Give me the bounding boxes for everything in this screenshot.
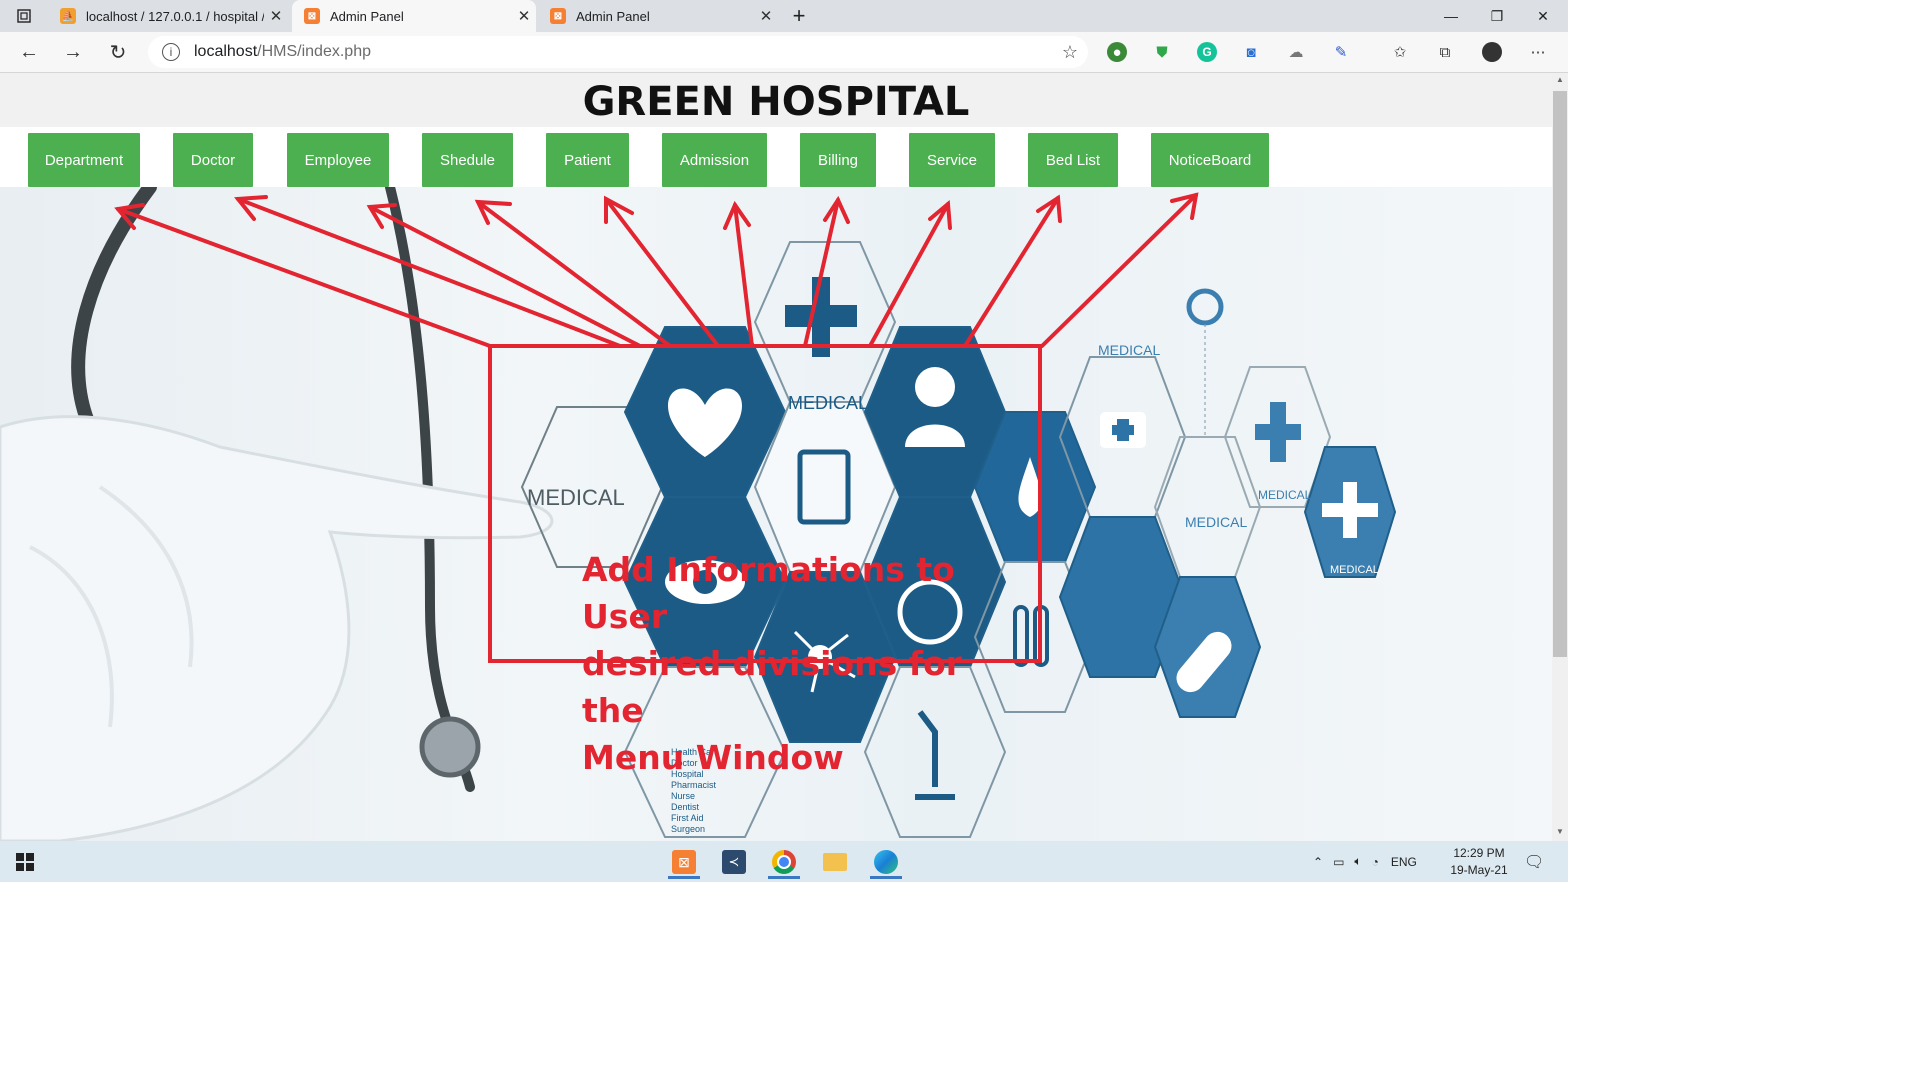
scrollbar-thumb[interactable] [1553,91,1567,657]
annotation-line: Add Informations to User [582,550,955,636]
clock-date: 19-May-21 [1450,863,1508,877]
close-tab-icon[interactable]: ✕ [264,7,288,25]
minimize-icon[interactable]: — [1428,0,1474,32]
taskbar-clock[interactable]: 12:29 PM 19-May-21 [1446,845,1512,879]
notifications-icon[interactable]: 🗨︎ [1524,841,1544,882]
add-favorite-icon[interactable]: ☆ [1062,42,1078,63]
menu-admission-button[interactable]: Admission [662,133,767,187]
hex-label-medical: MEDICAL [1098,342,1160,358]
address-bar[interactable]: i localhost/HMS/index.php ☆ [148,36,1088,68]
profile-avatar[interactable] [1482,42,1502,62]
page-scrollbar[interactable]: ▲ ▼ [1552,73,1568,841]
grammarly-icon[interactable]: G [1197,42,1217,62]
menu-doctor-button[interactable]: Doctor [173,133,253,187]
tab-admin-panel[interactable]: ⊠ Admin Panel ✕ [538,0,778,32]
hex-label-medical: MEDICAL [1185,514,1247,530]
back-icon[interactable]: ← [14,38,44,66]
clock-time: 12:29 PM [1453,846,1505,860]
restore-icon[interactable]: ❐ [1474,0,1520,32]
wifi-icon[interactable]: ◔ [1372,855,1379,869]
pen-extension-icon[interactable]: ✎ [1331,42,1351,62]
tab-actions-icon[interactable] [2,0,46,32]
menu-department-button[interactable]: Department [28,133,140,187]
annotation-text: Add Informations to User desired divisio… [582,546,1002,781]
browser-toolbar: ← → ↻ i localhost/HMS/index.php ☆ ● ⛊ G … [0,32,1568,73]
settings-more-icon[interactable]: ⋯ [1528,42,1548,62]
chevron-up-icon[interactable]: ⌃ [1313,855,1323,869]
chrome-taskbar-icon[interactable] [764,845,804,879]
site-header: GREEN HOSPITAL [0,73,1552,127]
hex-label-medical: MEDICAL [1330,564,1379,576]
windows-taskbar: ⊠ ≺ ⌃ ▭ 🔈︎ ◔ ENG 12:29 PM 19-May-21 🗨︎ [0,841,1568,882]
menu-bed-list-button[interactable]: Bed List [1028,133,1118,187]
close-window-icon[interactable]: ✕ [1520,0,1566,32]
battery-icon[interactable]: ▭ [1333,855,1344,869]
close-tab-icon[interactable]: ✕ [754,7,778,25]
site-title: GREEN HOSPITAL [582,79,970,125]
volume-icon[interactable]: 🔈︎ [1354,854,1361,869]
file-explorer-taskbar-icon[interactable] [815,845,855,879]
url-host: localhost [194,43,258,60]
phpmyadmin-icon: ⛵ [60,8,76,24]
main-menu: Department Doctor Employee Shedule Patie… [0,127,1552,187]
annotation-arrows [114,192,1199,348]
language-indicator[interactable]: ENG [1391,855,1417,869]
site-info-icon[interactable]: i [162,43,180,61]
annotation-line: desired divisions for the [582,644,963,730]
page-viewport: GREEN HOSPITAL Department Doctor Employe… [0,73,1552,841]
menu-billing-button[interactable]: Billing [800,133,876,187]
globe-extension-icon[interactable]: ● [1107,42,1127,62]
browser-tab-strip: ⛵ localhost / 127.0.0.1 / hospital / t ✕… [0,0,1568,32]
refresh-icon[interactable]: ↻ [103,38,133,66]
windows-start-icon[interactable] [5,845,45,879]
xampp-taskbar-icon[interactable]: ⊠ [664,845,704,879]
xampp-icon: ⊠ [304,8,320,24]
hex-label-medical: MEDICAL [788,393,868,413]
menu-patient-button[interactable]: Patient [546,133,629,187]
screen-capture-icon[interactable]: ◙ [1241,42,1261,62]
hex-label-medical: MEDICAL [527,485,625,510]
new-tab-icon[interactable]: + [776,0,822,32]
menu-service-button[interactable]: Service [909,133,995,187]
forward-icon[interactable]: → [58,38,88,66]
system-tray: ⌃ ▭ 🔈︎ ◔ ENG [1313,841,1417,882]
xampp-icon: ⊠ [550,8,566,24]
scroll-down-icon[interactable]: ▼ [1552,827,1568,841]
hex-label-medical: MEDICAL [1258,488,1312,502]
shield-extension-icon[interactable]: ⛊ [1152,42,1172,62]
menu-noticeboard-button[interactable]: NoticeBoard [1151,133,1269,187]
vscode-taskbar-icon[interactable]: ≺ [714,845,754,879]
tab-admin-panel-active[interactable]: ⊠ Admin Panel ✕ [292,0,536,32]
collections-extension-icon[interactable]: ☁ [1286,42,1306,62]
hero-background-image: MEDICAL MEDICAL MEDICAL MEDICAL MEDICAL … [0,187,1552,841]
menu-shedule-button[interactable]: Shedule [422,133,513,187]
close-tab-icon[interactable]: ✕ [512,7,536,25]
menu-employee-button[interactable]: Employee [287,133,389,187]
edge-taskbar-icon[interactable] [866,845,906,879]
tab-phpmyadmin[interactable]: ⛵ localhost / 127.0.0.1 / hospital / t ✕ [48,0,288,32]
annotation-line: Menu Window [582,738,844,777]
tab-title: Admin Panel [330,8,404,24]
favorites-icon[interactable]: ✩ [1390,42,1410,62]
collections-icon[interactable]: ⧉ [1435,42,1455,62]
tab-title: Admin Panel [576,8,650,24]
tab-title: localhost / 127.0.0.1 / hospital / t [86,8,264,24]
scroll-up-icon[interactable]: ▲ [1552,75,1568,89]
url-path: /HMS/index.php [257,43,371,60]
address-url[interactable]: localhost/HMS/index.php [194,43,371,61]
